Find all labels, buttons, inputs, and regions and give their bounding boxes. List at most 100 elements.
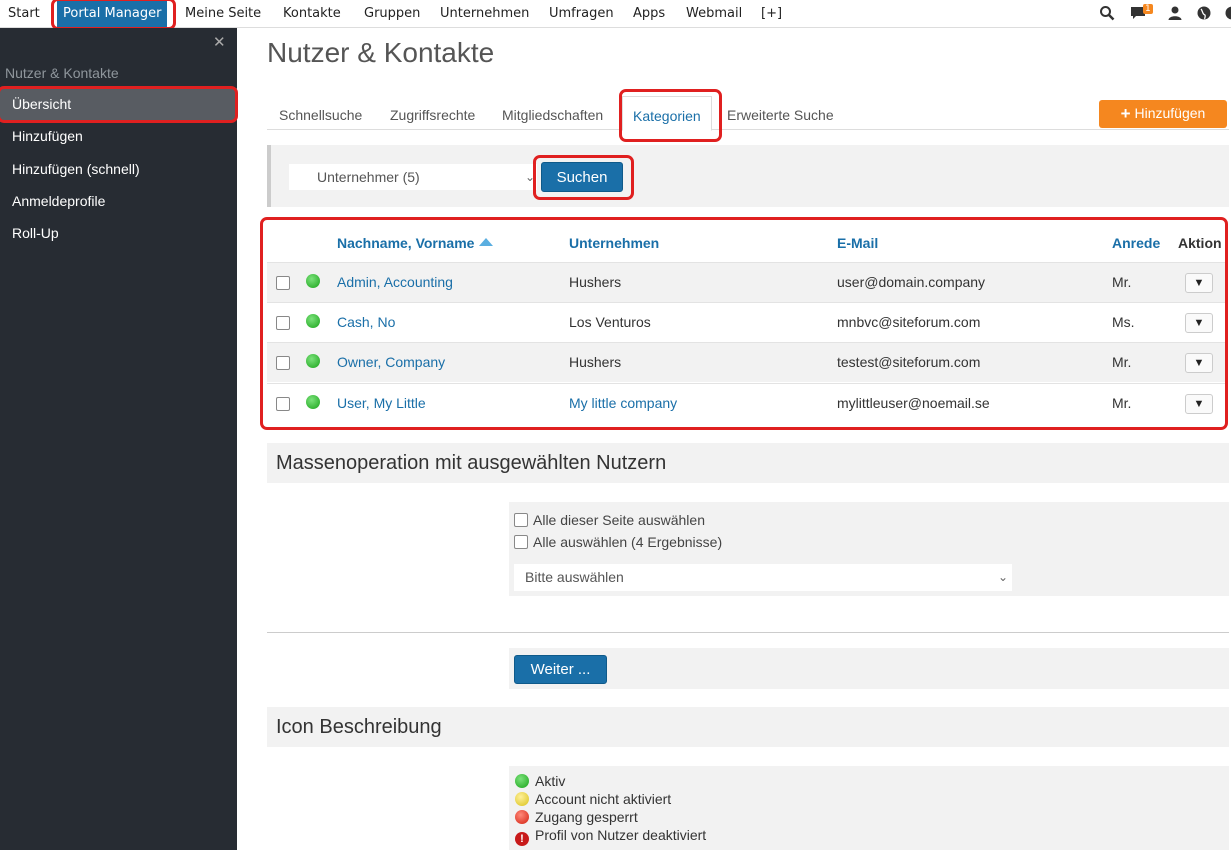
sidebar-item-roll-up[interactable]: Roll-Up — [0, 217, 237, 249]
search-icon[interactable] — [1099, 5, 1115, 21]
sidebar: ✕ Nutzer & Kontakte Übersicht Hinzufügen… — [0, 28, 237, 850]
select-page-label: Alle dieser Seite auswählen — [533, 512, 705, 528]
row-checkbox[interactable] — [276, 356, 290, 370]
status-active-icon — [306, 314, 320, 328]
sidebar-item-hinzufuegen-schnell[interactable]: Hinzufügen (schnell) — [0, 153, 237, 185]
checkbox-box — [514, 513, 528, 527]
nav-apps[interactable]: Apps — [633, 0, 665, 28]
mass-action-select[interactable]: Bitte auswählen ⌄ — [514, 564, 1012, 591]
legend-item-locked: Zugang gesperrt — [515, 809, 638, 825]
column-header-name[interactable]: Nachname, Vorname — [337, 235, 494, 251]
legend-item-active: Aktiv — [515, 773, 565, 789]
status-not-activated-icon — [515, 792, 529, 806]
nav-portal-manager[interactable]: Portal Manager — [57, 0, 168, 28]
tab-zugriffsrechte[interactable]: Zugriffsrechte — [390, 96, 475, 130]
column-header-email[interactable]: E-Mail — [837, 235, 878, 251]
close-icon[interactable]: ✕ — [213, 33, 226, 51]
sidebar-section-title: Nutzer & Kontakte — [5, 65, 119, 81]
user-name-link[interactable]: Admin, Accounting — [337, 274, 453, 290]
salutation-cell: Mr. — [1112, 354, 1132, 370]
chevron-down-icon: ⌄ — [997, 570, 1008, 584]
category-select-value: Unternehmer (5) — [317, 169, 420, 185]
legend-label: Profil von Nutzer deaktiviert — [535, 827, 707, 843]
sidebar-item-anmeldeprofile[interactable]: Anmeldeprofile — [0, 185, 237, 217]
nav-unternehmen[interactable]: Unternehmen — [440, 0, 529, 28]
column-header-action: Aktion — [1178, 235, 1222, 251]
select-all-label: Alle auswählen (4 Ergebnisse) — [533, 534, 723, 550]
table-row: Cash, No Los Venturos mnbvc@siteforum.co… — [267, 302, 1225, 342]
column-header-name-label: Nachname, Vorname — [337, 235, 475, 251]
company-cell: Hushers — [569, 274, 622, 290]
nav-meine-seite[interactable]: Meine Seite — [185, 0, 261, 28]
legend-label: Aktiv — [535, 773, 566, 789]
globe-icon[interactable] — [1196, 5, 1212, 21]
icon-legend-header: Icon Beschreibung — [267, 707, 1229, 747]
sort-asc-icon — [479, 238, 494, 246]
plus-icon: + — [1120, 104, 1131, 123]
email-cell: mnbvc@siteforum.com — [837, 314, 981, 330]
nav-add-tab[interactable]: [+] — [761, 0, 782, 28]
table-row: User, My Little My little company mylitt… — [267, 383, 1225, 423]
row-checkbox[interactable] — [276, 276, 290, 290]
user-name-link[interactable]: User, My Little — [337, 395, 426, 411]
row-checkbox[interactable] — [276, 316, 290, 330]
user-icon[interactable] — [1167, 5, 1183, 21]
add-button-label: Hinzufügen — [1134, 105, 1206, 121]
table-row: Owner, Company Hushers testest@siteforum… — [267, 342, 1225, 382]
chevron-down-icon: ▼ — [1193, 398, 1205, 410]
nav-umfragen[interactable]: Umfragen — [549, 0, 614, 28]
company-cell: Los Venturos — [569, 314, 651, 330]
nav-kontakte[interactable]: Kontakte — [283, 0, 341, 28]
chevron-down-icon: ▼ — [1193, 277, 1205, 289]
action-dropdown-button[interactable]: ▼ — [1185, 353, 1213, 373]
row-checkbox[interactable] — [276, 397, 290, 411]
tab-schnellsuche[interactable]: Schnellsuche — [279, 96, 362, 130]
legend-item-deactivated: ! Profil von Nutzer deaktiviert — [515, 827, 706, 846]
status-active-icon — [515, 774, 529, 788]
status-active-icon — [306, 274, 320, 288]
company-link[interactable]: My little company — [569, 395, 677, 411]
status-locked-icon — [515, 810, 529, 824]
salutation-cell: Mr. — [1112, 395, 1132, 411]
nav-webmail[interactable]: Webmail — [686, 0, 742, 28]
mass-action-select-value: Bitte auswählen — [525, 569, 624, 585]
column-header-salutation[interactable]: Anrede — [1112, 235, 1160, 251]
help-icon[interactable] — [1224, 5, 1231, 21]
add-button[interactable]: + Hinzufügen — [1099, 100, 1227, 128]
action-dropdown-button[interactable]: ▼ — [1185, 313, 1213, 333]
status-deactivated-icon: ! — [515, 832, 529, 846]
status-active-icon — [306, 354, 320, 368]
salutation-cell: Mr. — [1112, 274, 1132, 290]
nav-gruppen[interactable]: Gruppen — [364, 0, 420, 28]
column-header-company[interactable]: Unternehmen — [569, 235, 659, 251]
action-dropdown-button[interactable]: ▼ — [1185, 273, 1213, 293]
divider — [267, 632, 1229, 633]
user-name-link[interactable]: Owner, Company — [337, 354, 445, 370]
next-button[interactable]: Weiter ... — [514, 655, 607, 684]
chevron-down-icon: ⌄ — [524, 170, 535, 184]
company-cell: Hushers — [569, 354, 622, 370]
user-name-link[interactable]: Cash, No — [337, 314, 395, 330]
tab-erweiterte-suche[interactable]: Erweiterte Suche — [727, 96, 834, 130]
mass-operation-header: Massenoperation mit ausgewählten Nutzern — [267, 443, 1229, 483]
select-all-checkbox[interactable]: Alle auswählen (4 Ergebnisse) — [514, 534, 722, 550]
tab-bar: Schnellsuche Zugriffsrechte Mitgliedscha… — [267, 96, 1229, 131]
nav-start[interactable]: Start — [8, 0, 40, 28]
search-button[interactable]: Suchen — [541, 162, 623, 192]
status-active-icon — [306, 395, 320, 409]
category-select[interactable]: Unternehmer (5) ⌄ — [289, 164, 537, 190]
sidebar-item-hinzufuegen[interactable]: Hinzufügen — [0, 120, 237, 152]
email-cell: user@domain.company — [837, 274, 986, 290]
tab-kategorien[interactable]: Kategorien — [622, 96, 712, 131]
legend-label: Zugang gesperrt — [535, 809, 638, 825]
email-cell: mylittleuser@noemail.se — [837, 395, 990, 411]
legend-item-not-activated: Account nicht aktiviert — [515, 791, 671, 807]
select-page-checkbox[interactable]: Alle dieser Seite auswählen — [514, 512, 705, 528]
sidebar-item-uebersicht[interactable]: Übersicht — [0, 88, 237, 120]
notification-badge: 1 — [1143, 4, 1153, 14]
legend-label: Account nicht aktiviert — [535, 791, 672, 807]
salutation-cell: Ms. — [1112, 314, 1135, 330]
action-dropdown-button[interactable]: ▼ — [1185, 394, 1213, 414]
tab-mitgliedschaften[interactable]: Mitgliedschaften — [502, 96, 603, 130]
chevron-down-icon: ▼ — [1193, 317, 1205, 329]
